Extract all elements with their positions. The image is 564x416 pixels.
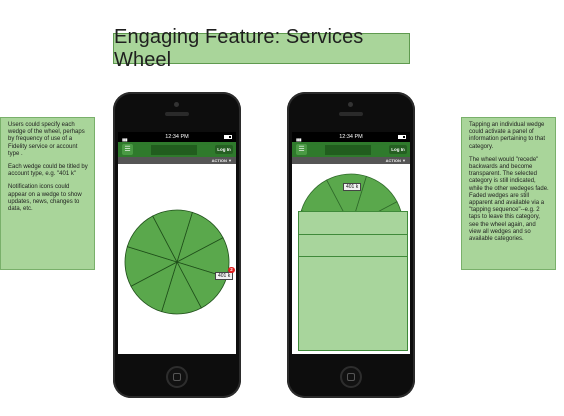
note-left-p2: Each wedge could be titled by account ty… [8,164,88,178]
camera-icon [174,102,179,107]
note-left-p3: Notification icons could appear on a wed… [8,184,82,213]
wheel-wedges [124,209,230,315]
status-bar: ▮▮▮ 12:34 PM [292,132,410,142]
menu-icon[interactable]: ☰ [296,144,307,155]
info-panel[interactable] [298,211,408,351]
phone-screen: ▮▮▮ 12:34 PM ☰ Log In ACTION ▼ 401 k 2 [118,132,236,354]
note-right-p1: Tapping an individual wedge could activa… [469,122,546,150]
note-right: Tapping an individual wedge could activa… [461,117,556,270]
phone-mockup-wheel: ▮▮▮ 12:34 PM ☰ Log In ACTION ▼ 401 k 2 [113,92,241,398]
login-button[interactable]: Log In [215,145,233,154]
home-button[interactable] [166,366,188,388]
wedge-label-401k[interactable]: 401 k [343,183,362,191]
action-menu[interactable]: ACTION ▼ [292,157,410,164]
wedge-label-401k[interactable]: 401 k [215,272,234,280]
battery-icon [224,135,232,139]
nav-title-area [151,145,197,155]
status-bar: ▮▮▮ 12:34 PM [118,132,236,142]
slide-title: Engaging Feature: Services Wheel [113,26,410,71]
nav-title-area [325,145,371,155]
note-left: Users could specify each wedge of the wh… [0,117,95,270]
panel-divider [299,256,407,257]
action-menu[interactable]: ACTION ▼ [118,157,236,164]
phone-screen: ▮▮▮ 12:34 PM ☰ Log In ACTION ▼ 401 k [292,132,410,354]
camera-icon [348,102,353,107]
nav-bar: ☰ Log In [292,142,410,157]
nav-bar: ☰ Log In [118,142,236,157]
home-button[interactable] [340,366,362,388]
notification-badge[interactable]: 2 [228,267,235,273]
phone-mockup-panel: ▮▮▮ 12:34 PM ☰ Log In ACTION ▼ 401 k [287,92,415,398]
status-time: 12:34 PM [339,134,363,140]
speaker-grille [339,112,363,116]
panel-divider [299,234,407,235]
services-wheel[interactable] [118,164,236,354]
speaker-grille [165,112,189,116]
battery-icon [398,135,406,139]
login-button[interactable]: Log In [389,145,407,154]
menu-icon[interactable]: ☰ [122,144,133,155]
status-time: 12:34 PM [165,134,189,140]
note-left-p1: Users could specify each wedge of the wh… [8,122,85,157]
note-right-p2: The wheel would "recede" backwards and b… [469,156,549,243]
